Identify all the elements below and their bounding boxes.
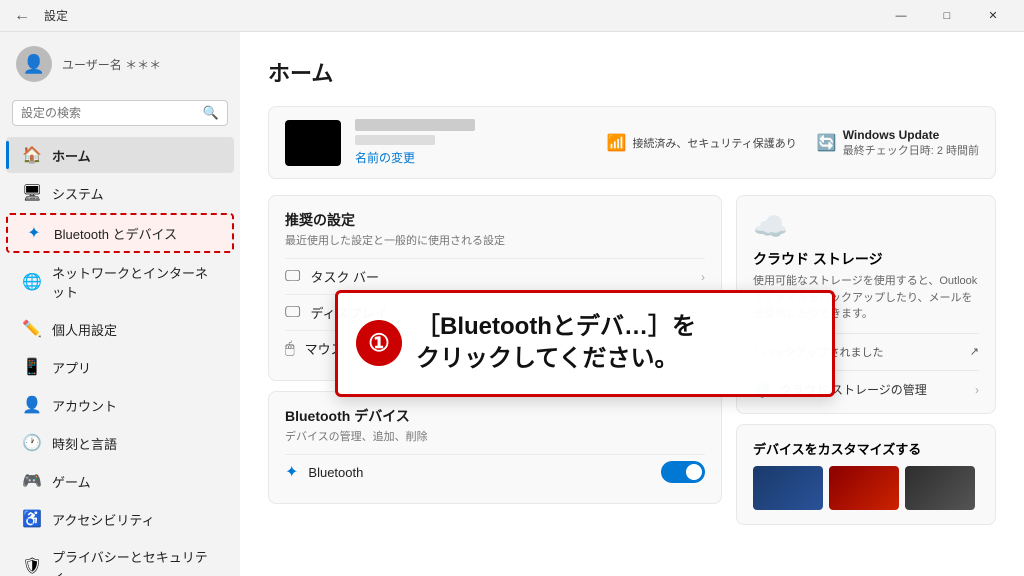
bluetooth-toggle[interactable] <box>661 461 705 483</box>
titlebar-title: 設定 <box>44 7 68 24</box>
taskbar-label: タスク バー <box>310 267 379 286</box>
update-label: Windows Update <box>843 128 979 142</box>
network-icon: 🌐 <box>22 272 42 292</box>
time-icon: 🕐 <box>22 433 42 453</box>
profile-right: 📶 接続済み、セキュリティ保護あり 🔄 Windows Update 最終チェッ… <box>607 128 979 158</box>
sidebar-item-apps[interactable]: 📱 アプリ <box>6 349 234 385</box>
display-icon: 🖵 <box>285 304 300 322</box>
accessibility-icon: ♿ <box>22 509 42 529</box>
update-status: 🔄 Windows Update 最終チェック日時: 2 時間前 <box>817 128 979 158</box>
search-icon: 🔍 <box>203 105 219 121</box>
wifi-status-text: 接続済み、セキュリティ保護あり <box>632 135 796 151</box>
annotation-overlay: ① ［Bluetoothとデバ…］をクリックしてください。 <box>335 290 835 397</box>
search-input[interactable] <box>21 106 197 120</box>
search-box[interactable]: 🔍 <box>12 100 228 126</box>
close-button[interactable]: ✕ <box>970 0 1016 32</box>
customize-card: デバイスをカスタマイズする <box>736 424 996 525</box>
profile-thumbnail <box>285 120 341 166</box>
bluetooth-devices-title: Bluetooth デバイス <box>285 406 705 426</box>
sidebar-item-accessibility[interactable]: ♿ アクセシビリティ <box>6 501 234 537</box>
apps-icon: 📱 <box>22 357 42 377</box>
sidebar-item-system-label: システム <box>52 184 104 203</box>
gaming-icon: 🎮 <box>22 471 42 491</box>
bluetooth-toggle-left: ✦ Bluetooth <box>285 462 363 482</box>
profile-info: 名前の変更 <box>355 119 475 166</box>
user-section: 👤 ユーザー名 ＊＊＊ <box>0 32 240 96</box>
bluetooth-icon: ✦ <box>24 223 44 243</box>
cloud-icon: ☁️ <box>753 210 979 243</box>
sidebar-item-bluetooth[interactable]: ✦ Bluetooth とデバイス <box>6 213 234 253</box>
bluetooth-device-icon: ✦ <box>285 462 298 482</box>
taskbar-icon: 🖵 <box>285 268 300 286</box>
profile-change-link[interactable]: 名前の変更 <box>355 149 475 166</box>
bluetooth-toggle-label: Bluetooth <box>308 465 363 480</box>
customize-thumb-2[interactable] <box>829 466 899 510</box>
profile-banner: 名前の変更 📶 接続済み、セキュリティ保護あり 🔄 Windows Update… <box>268 106 996 179</box>
recommended-title: 推奨の設定 <box>285 210 705 230</box>
profile-sub-blur <box>355 135 435 145</box>
avatar: 👤 <box>16 46 52 82</box>
wifi-icon: 📶 <box>607 133 627 153</box>
user-name: ユーザー名 ＊＊＊ <box>62 56 202 73</box>
sidebar-item-system[interactable]: 🖥 システム <box>6 175 234 211</box>
sidebar-item-privacy-label: プライバシーとセキュリティ <box>52 547 218 576</box>
annotation-circle: ① <box>356 320 402 366</box>
sidebar-item-apps-label: アプリ <box>52 358 91 377</box>
taskbar-row-left: 🖵 タスク バー <box>285 267 379 286</box>
sidebar-item-accounts[interactable]: 👤 アカウント <box>6 387 234 423</box>
annotation-text: ［Bluetoothとデバ…］をクリックしてください。 <box>416 311 696 376</box>
update-sub: 最終チェック日時: 2 時間前 <box>843 142 979 158</box>
home-icon: 🏠 <box>22 145 42 165</box>
sidebar-item-gaming-label: ゲーム <box>52 472 91 491</box>
sidebar: 👤 ユーザー名 ＊＊＊ 🔍 🏠 ホーム 🖥 システム ✦ Bluetooth と… <box>0 32 240 576</box>
toggle-knob <box>686 464 702 480</box>
personalize-icon: ✏️ <box>22 319 42 339</box>
page-title: ホーム <box>268 56 996 88</box>
sidebar-item-personalize[interactable]: ✏️ 個人用設定 <box>6 311 234 347</box>
titlebar-left: ← 設定 <box>8 7 68 25</box>
recommended-sub: 最近使用した設定と一般的に使用される設定 <box>285 232 705 248</box>
maximize-button[interactable]: □ <box>924 0 970 32</box>
minimize-button[interactable]: — <box>878 0 924 32</box>
external-link-icon: ↗ <box>970 345 979 358</box>
privacy-icon: 🛡 <box>22 556 42 576</box>
sidebar-item-privacy[interactable]: 🛡 プライバシーとセキュリティ <box>6 539 234 576</box>
titlebar-controls: — □ ✕ <box>878 0 1016 32</box>
accounts-icon: 👤 <box>22 395 42 415</box>
customize-thumb-1[interactable] <box>753 466 823 510</box>
back-button[interactable]: ← <box>8 7 36 25</box>
sidebar-item-accessibility-label: アクセシビリティ <box>52 510 155 529</box>
bluetooth-toggle-row[interactable]: ✦ Bluetooth <box>285 454 705 489</box>
sidebar-item-time[interactable]: 🕐 時刻と言語 <box>6 425 234 461</box>
taskbar-chevron: › <box>701 270 705 284</box>
sidebar-item-home[interactable]: 🏠 ホーム <box>6 137 234 173</box>
customize-thumbs <box>753 466 979 510</box>
titlebar: ← 設定 — □ ✕ <box>0 0 1024 32</box>
sidebar-item-accounts-label: アカウント <box>52 396 117 415</box>
bluetooth-devices-sub: デバイスの管理、追加、削除 <box>285 428 705 444</box>
taskbar-row[interactable]: 🖵 タスク バー › <box>285 258 705 294</box>
update-refresh-icon: 🔄 <box>817 133 837 153</box>
sidebar-item-home-label: ホーム <box>52 146 91 165</box>
system-icon: 🖥 <box>22 183 42 203</box>
wifi-status: 📶 接続済み、セキュリティ保護あり <box>607 133 797 153</box>
cloud-title: クラウド ストレージ <box>753 249 979 269</box>
cloud-manage-chevron: › <box>975 383 979 397</box>
bluetooth-devices-card: Bluetooth デバイス デバイスの管理、追加、削除 ✦ Bluetooth <box>268 391 722 504</box>
sidebar-item-time-label: 時刻と言語 <box>52 434 117 453</box>
customize-title: デバイスをカスタマイズする <box>753 439 979 458</box>
mouse-icon: 🖱 <box>285 340 295 358</box>
sidebar-item-network[interactable]: 🌐 ネットワークとインターネット <box>6 255 234 309</box>
sidebar-item-network-label: ネットワークとインターネット <box>52 263 218 301</box>
profile-name-blur <box>355 119 475 131</box>
sidebar-item-personalize-label: 個人用設定 <box>52 320 117 339</box>
update-info: Windows Update 最終チェック日時: 2 時間前 <box>843 128 979 158</box>
customize-thumb-3[interactable] <box>905 466 975 510</box>
sidebar-item-bluetooth-label: Bluetooth とデバイス <box>54 224 177 243</box>
sidebar-item-gaming[interactable]: 🎮 ゲーム <box>6 463 234 499</box>
